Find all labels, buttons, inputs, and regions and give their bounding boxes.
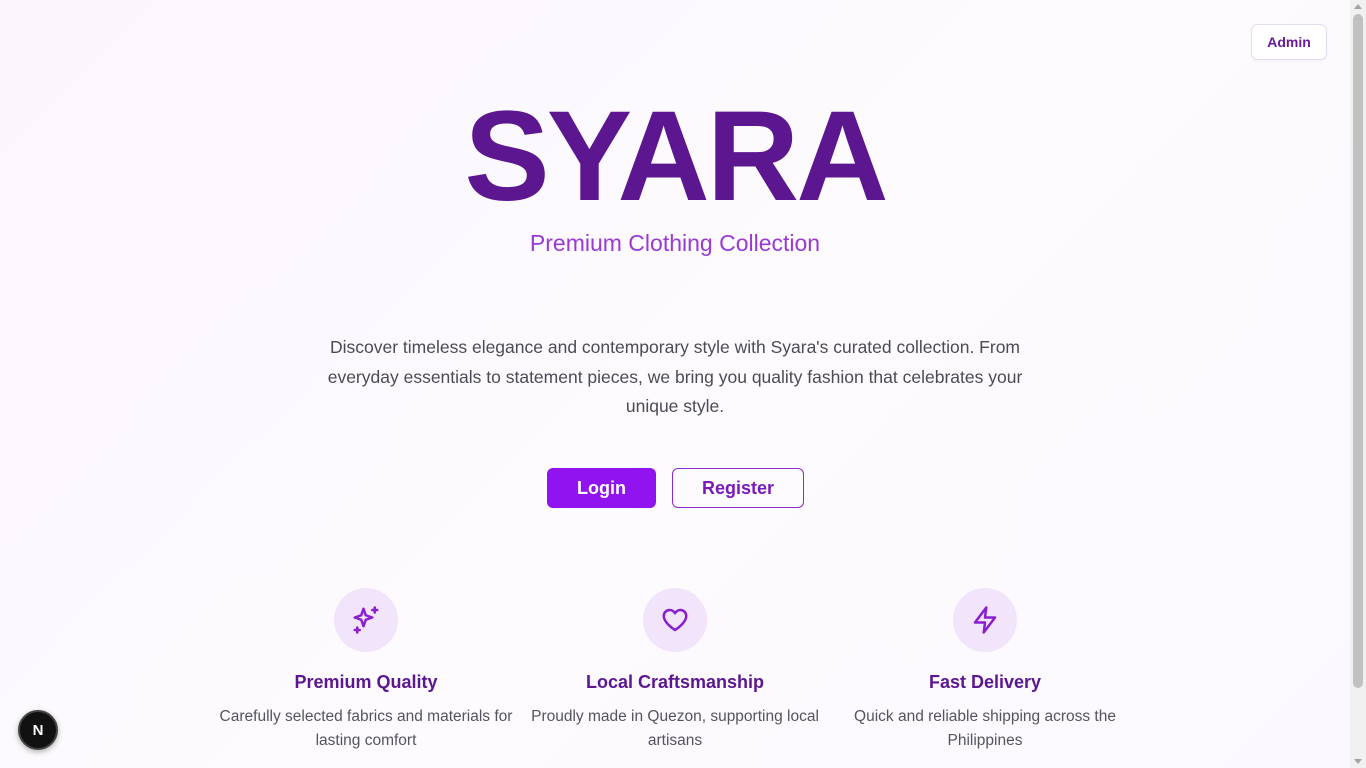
feature-icon-circle [643,588,707,652]
sparkles-icon [353,606,379,634]
feature-title: Fast Delivery [928,672,1042,692]
intro-text: Discover timeless elegance and contempor… [327,337,1023,416]
heart-icon [662,608,688,632]
feature-icon-circle [334,588,398,652]
scrollbar-thumb[interactable] [1353,14,1363,688]
scroll-down-arrow-icon[interactable] [1354,759,1362,764]
dev-tools-badge[interactable]: N [18,710,58,750]
feature-title: Premium Quality [294,672,438,692]
feature-local-craftsmanship: Local Craftsmanship Proudly made in Quez… [515,588,835,753]
feature-description: Quick and reliable shipping across the P… [854,708,1116,749]
page-scrollbar[interactable] [1350,0,1366,768]
feature-fast-delivery: Fast Delivery Quick and reliable shippin… [825,588,1145,753]
brand-tagline: Premium Clothing Collection [529,230,821,256]
lightning-icon [973,606,997,634]
scroll-up-arrow-icon[interactable] [1354,4,1362,9]
admin-button[interactable]: Admin [1251,24,1327,60]
landing-page: Admin SYARA Premium Clothing Collection … [0,0,1350,768]
feature-title: Local Craftsmanship [585,672,765,692]
brand-title: SYARA [464,85,888,228]
feature-premium-quality: Premium Quality Carefully selected fabri… [206,588,526,753]
feature-description: Carefully selected fabrics and materials… [219,708,513,749]
feature-icon-circle [953,588,1017,652]
login-button[interactable]: Login [547,468,656,508]
register-button[interactable]: Register [672,468,804,508]
feature-description: Proudly made in Quezon, supporting local… [531,708,819,749]
